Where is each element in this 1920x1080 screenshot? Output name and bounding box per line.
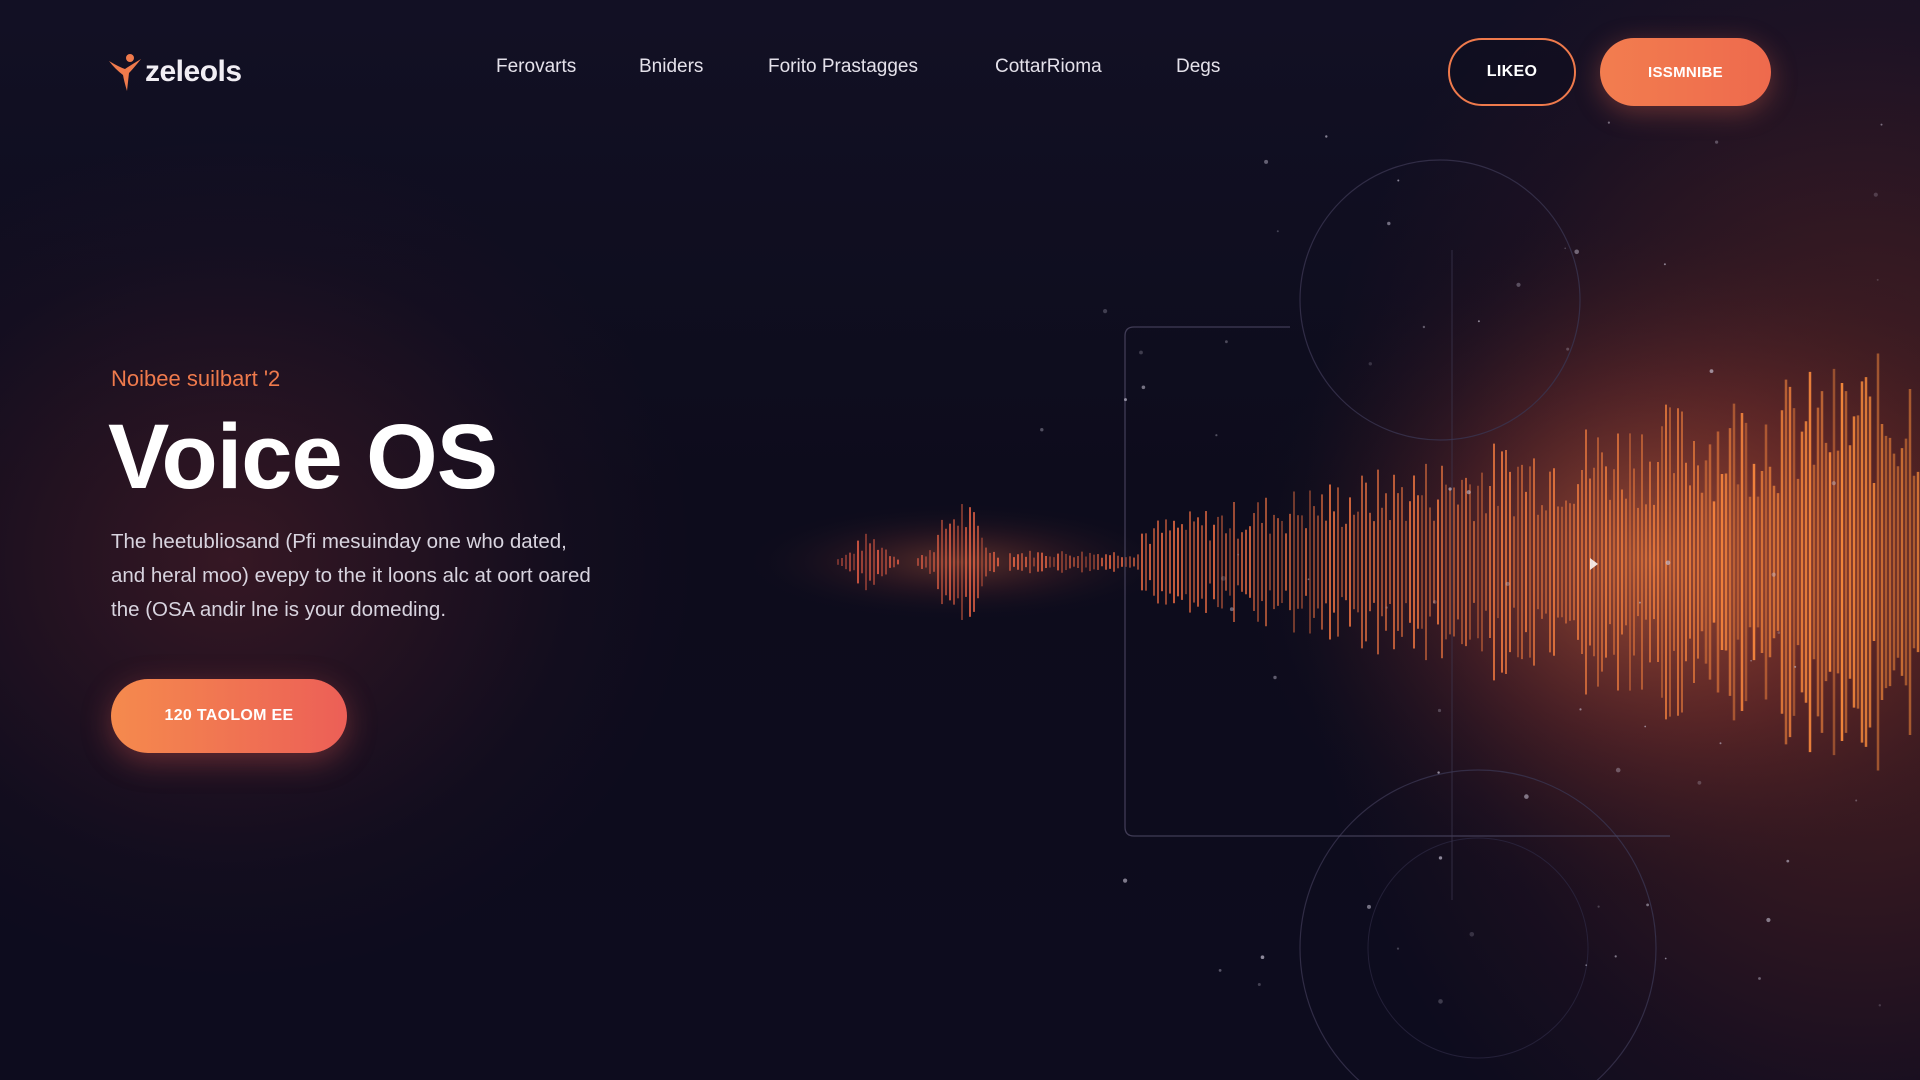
star [1387,221,1391,226]
star [1750,659,1752,662]
star [1124,398,1127,402]
stars [1040,121,1883,1007]
star [1644,725,1647,728]
star [1422,325,1426,329]
star [1432,600,1437,604]
star [1477,320,1480,323]
cursor-icon [1590,558,1598,570]
star [1264,159,1269,164]
star [1719,742,1722,745]
star [1697,780,1702,785]
nav-item-bniders[interactable]: Bniders [639,56,703,78]
star [1215,434,1218,437]
star [1368,362,1373,366]
star [1218,969,1222,972]
star [1663,263,1666,266]
star [1437,708,1442,713]
star [1237,553,1240,556]
star [1524,794,1529,799]
star [1273,675,1277,680]
star [1139,350,1143,355]
hero-title: Voice OS [108,406,498,508]
star [1878,1004,1882,1007]
hero-description-line: The heetubliosand (Pfi mesuinday one who… [111,530,567,553]
star [1438,999,1443,1004]
star [1771,572,1776,577]
star [1103,309,1108,314]
star [1638,601,1641,604]
star [1307,578,1310,581]
star [1437,771,1440,774]
hero-cta-button[interactable]: 120 TAOLOM EE [111,679,347,753]
deco-circle-top [1299,159,1581,441]
brand[interactable]: zeleols [107,50,242,94]
star [1831,481,1836,486]
dancing-figure-icon [109,54,141,91]
star [1873,192,1878,197]
star [1709,369,1714,373]
hero-description: The heetubliosand (Pfi mesuinday one who… [111,525,671,627]
star [1276,230,1279,233]
deco-circle-bottom [1299,769,1657,1080]
star [1123,878,1128,883]
star [1385,606,1389,609]
hero-eyebrow: Noibee suilbart '2 [111,366,281,391]
star [1615,767,1621,773]
deco-frame [1124,326,1670,837]
star [1646,903,1649,907]
star [1794,665,1797,668]
star [1438,856,1443,860]
hero-description-line: and heral moo) evepy to the it loons alc… [111,564,591,587]
star [1505,581,1510,586]
star [1766,917,1771,923]
hero-description-line: the (OSA andir lne is your domeding. [111,598,447,621]
star [1777,631,1781,634]
brand-name: zeleols [145,55,242,88]
star [1665,560,1671,566]
star [1758,977,1761,980]
star [1876,278,1879,281]
star [1585,964,1588,967]
star [1466,490,1471,495]
star [1786,859,1790,863]
wave-bars [837,353,1920,771]
star [1664,957,1667,960]
star [1448,487,1452,491]
star [1367,904,1371,909]
star [1260,955,1265,959]
star [1397,179,1400,182]
nav-item-ferovarts[interactable]: Ferovarts [496,56,576,78]
star [1229,607,1234,612]
nav-item-forito-prastagges[interactable]: Forito Prastagges [768,56,918,78]
deco-circle-bottom-inner [1367,837,1589,1059]
star [1396,947,1400,950]
nav-item-degs[interactable]: Degs [1176,56,1220,78]
nav-item-cottarrioma[interactable]: CottarRioma [995,56,1102,78]
star [1597,905,1600,908]
star [1855,799,1858,802]
star [1579,708,1582,711]
star [1566,347,1570,351]
wave-glow [1230,200,1920,920]
star [1257,983,1261,986]
login-button[interactable]: LIKEO [1448,38,1576,106]
star [1141,385,1146,390]
star [1469,932,1475,937]
site-header: zeleols Ferovarts Bniders Forito Prastag… [0,0,1920,145]
star [1564,247,1566,250]
star [1574,249,1579,255]
wave-glow-core [740,502,1180,622]
star [1225,340,1228,344]
star [1614,955,1617,958]
landing-page: zeleols Ferovarts Bniders Forito Prastag… [0,0,1920,1080]
signup-button[interactable]: ISSMNIBE [1600,38,1771,106]
star [1516,282,1521,287]
star [1040,428,1044,432]
star [1221,576,1226,581]
